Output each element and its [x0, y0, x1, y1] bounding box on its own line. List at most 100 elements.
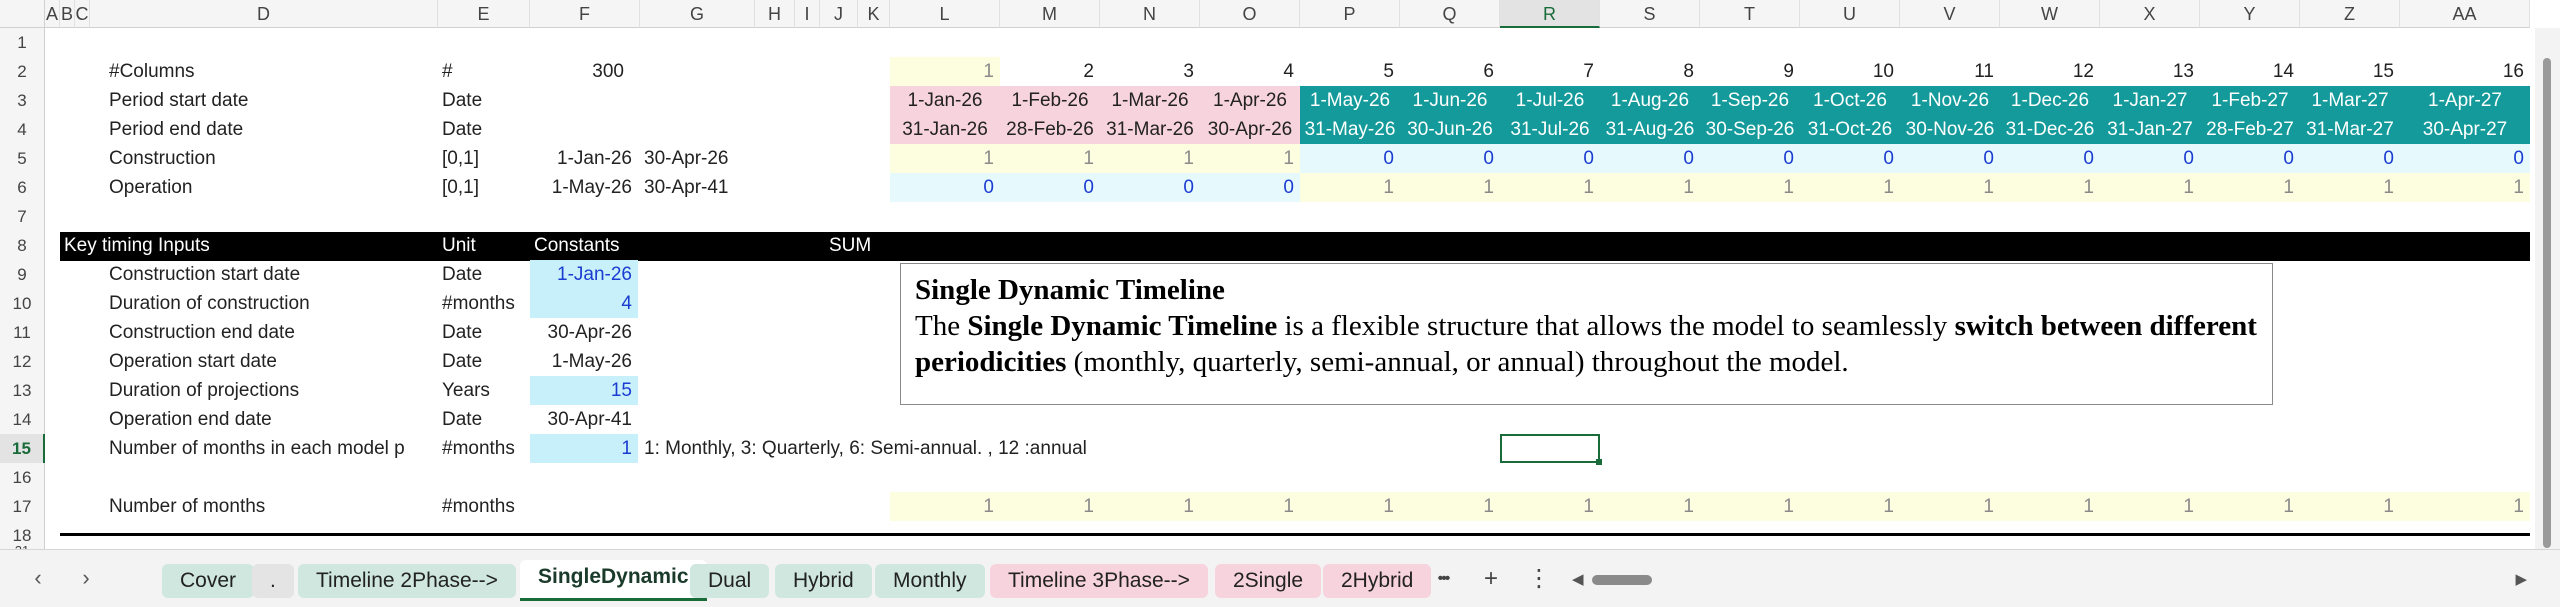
timeline-end-5[interactable]: 31-May-26 — [1300, 115, 1400, 144]
timeline-index-6[interactable]: 6 — [1400, 57, 1500, 86]
cell-d12[interactable]: Operation start date — [105, 347, 435, 376]
cell-e6[interactable]: [0,1] — [438, 173, 530, 202]
cell-g15[interactable]: 1: Monthly, 3: Quarterly, 6: Semi-annual… — [640, 434, 1200, 463]
timeline-end-10[interactable]: 31-Oct-26 — [1800, 115, 1900, 144]
horizontal-scrollbar[interactable]: ◀ ▶ — [1572, 570, 2527, 590]
timeline-operation-16[interactable]: 1 — [2400, 173, 2530, 202]
timeline-construction-14[interactable]: 0 — [2200, 144, 2300, 173]
column-header-x[interactable]: X — [2100, 0, 2200, 28]
row-header-7[interactable]: 7 — [0, 202, 45, 231]
timeline-operation-4[interactable]: 0 — [1200, 173, 1300, 202]
cell-e8[interactable]: Unit — [438, 231, 530, 260]
timeline-start-8[interactable]: 1-Aug-26 — [1600, 86, 1700, 115]
row-header-11[interactable]: 11 — [0, 318, 45, 347]
timeline-months-14[interactable]: 1 — [2200, 492, 2300, 521]
timeline-operation-2[interactable]: 0 — [1000, 173, 1100, 202]
sheet-tab-cover[interactable]: Cover — [162, 564, 255, 598]
row-header-12[interactable]: 12 — [0, 347, 45, 376]
column-header-n[interactable]: N — [1100, 0, 1200, 28]
timeline-start-4[interactable]: 1-Apr-26 — [1200, 86, 1300, 115]
row-header-5[interactable]: 5 — [0, 144, 45, 173]
column-header-k[interactable]: K — [858, 0, 890, 28]
timeline-operation-11[interactable]: 1 — [1900, 173, 2000, 202]
timeline-start-11[interactable]: 1-Nov-26 — [1900, 86, 2000, 115]
plus-icon[interactable]: + — [1474, 562, 1508, 596]
cell-d17[interactable]: Number of months — [105, 492, 435, 521]
column-header-q[interactable]: Q — [1400, 0, 1500, 28]
column-header-p[interactable]: P — [1300, 0, 1400, 28]
cell-f5[interactable]: 1-Jan-26 — [530, 144, 638, 173]
sheet-tab-hybrid[interactable]: Hybrid — [775, 564, 872, 598]
cell-f8[interactable]: Constants — [530, 231, 638, 260]
timeline-construction-4[interactable]: 1 — [1200, 144, 1300, 173]
timeline-index-12[interactable]: 12 — [2000, 57, 2100, 86]
cell-e15[interactable]: #months — [438, 434, 530, 463]
column-header-c[interactable]: C — [75, 0, 90, 28]
sheet-tab-timeline-3phase[interactable]: Timeline 3Phase--> — [990, 564, 1208, 598]
timeline-index-10[interactable]: 10 — [1800, 57, 1900, 86]
cell-d14[interactable]: Operation end date — [105, 405, 435, 434]
timeline-operation-1[interactable]: 0 — [890, 173, 1000, 202]
single-dynamic-timeline-textbox[interactable]: Single Dynamic Timeline The Single Dynam… — [900, 263, 2273, 405]
timeline-months-7[interactable]: 1 — [1500, 492, 1600, 521]
scroll-left-icon[interactable]: ◀ — [1572, 570, 1584, 588]
timeline-index-2[interactable]: 2 — [1000, 57, 1100, 86]
cell-e4[interactable]: Date — [438, 115, 530, 144]
scroll-right-icon[interactable]: ▶ — [2515, 570, 2527, 588]
timeline-months-2[interactable]: 1 — [1000, 492, 1100, 521]
cell-e11[interactable]: Date — [438, 318, 530, 347]
timeline-operation-3[interactable]: 0 — [1100, 173, 1200, 202]
timeline-operation-15[interactable]: 1 — [2300, 173, 2400, 202]
column-header-o[interactable]: O — [1200, 0, 1300, 28]
sheet-tab-2single[interactable]: 2Single — [1215, 564, 1322, 598]
cell-d8[interactable]: Key timing Inputs — [60, 231, 435, 260]
cell-g5[interactable]: 30-Apr-26 — [640, 144, 755, 173]
timeline-construction-2[interactable]: 1 — [1000, 144, 1100, 173]
timeline-months-13[interactable]: 1 — [2100, 492, 2200, 521]
column-header-h[interactable]: H — [755, 0, 795, 28]
cell-f2[interactable]: 300 — [530, 57, 630, 86]
cell-e10[interactable]: #months — [438, 289, 530, 318]
cell-e2[interactable]: # — [438, 57, 530, 86]
sheet-tab-dual[interactable]: Dual — [690, 564, 770, 598]
column-header-m[interactable]: M — [1000, 0, 1100, 28]
timeline-end-13[interactable]: 31-Jan-27 — [2100, 115, 2200, 144]
cell-h8[interactable]: SUM — [825, 231, 905, 260]
column-header-l[interactable]: L — [890, 0, 1000, 28]
column-header-u[interactable]: U — [1800, 0, 1900, 28]
cell-d6[interactable]: Operation — [105, 173, 435, 202]
chevron-right-icon[interactable]: › — [70, 560, 102, 596]
timeline-index-7[interactable]: 7 — [1500, 57, 1600, 86]
timeline-index-9[interactable]: 9 — [1700, 57, 1800, 86]
timeline-start-7[interactable]: 1-Jul-26 — [1500, 86, 1600, 115]
chevron-left-icon[interactable]: ‹ — [22, 560, 54, 596]
timeline-operation-13[interactable]: 1 — [2100, 173, 2200, 202]
select-all-corner[interactable] — [0, 0, 45, 28]
timeline-construction-3[interactable]: 1 — [1100, 144, 1200, 173]
cell-f14[interactable]: 30-Apr-41 — [530, 405, 638, 434]
timeline-months-1[interactable]: 1 — [890, 492, 1000, 521]
timeline-start-3[interactable]: 1-Mar-26 — [1100, 86, 1200, 115]
timeline-start-14[interactable]: 1-Feb-27 — [2200, 86, 2300, 115]
row-header-14[interactable]: 14 — [0, 405, 45, 434]
column-header-aa[interactable]: AA — [2400, 0, 2530, 28]
row-header-2[interactable]: 2 — [0, 57, 45, 86]
timeline-end-3[interactable]: 31-Mar-26 — [1100, 115, 1200, 144]
cell-d11[interactable]: Construction end date — [105, 318, 435, 347]
timeline-construction-10[interactable]: 0 — [1800, 144, 1900, 173]
column-header-w[interactable]: W — [2000, 0, 2100, 28]
row-header-9[interactable]: 9 — [0, 260, 45, 289]
column-header-i[interactable]: I — [795, 0, 820, 28]
cell-e13[interactable]: Years — [438, 376, 530, 405]
column-header-t[interactable]: T — [1700, 0, 1800, 28]
timeline-construction-1[interactable]: 1 — [890, 144, 1000, 173]
timeline-construction-11[interactable]: 0 — [1900, 144, 2000, 173]
cell-e3[interactable]: Date — [438, 86, 530, 115]
vertical-ellipsis-icon[interactable]: ⋮ — [1522, 562, 1556, 596]
timeline-index-11[interactable]: 11 — [1900, 57, 2000, 86]
vertical-scroll-thumb[interactable] — [2543, 58, 2551, 548]
horizontal-scroll-thumb[interactable] — [1592, 575, 1652, 585]
timeline-months-4[interactable]: 1 — [1200, 492, 1300, 521]
column-header-f[interactable]: F — [530, 0, 640, 28]
timeline-operation-12[interactable]: 1 — [2000, 173, 2100, 202]
